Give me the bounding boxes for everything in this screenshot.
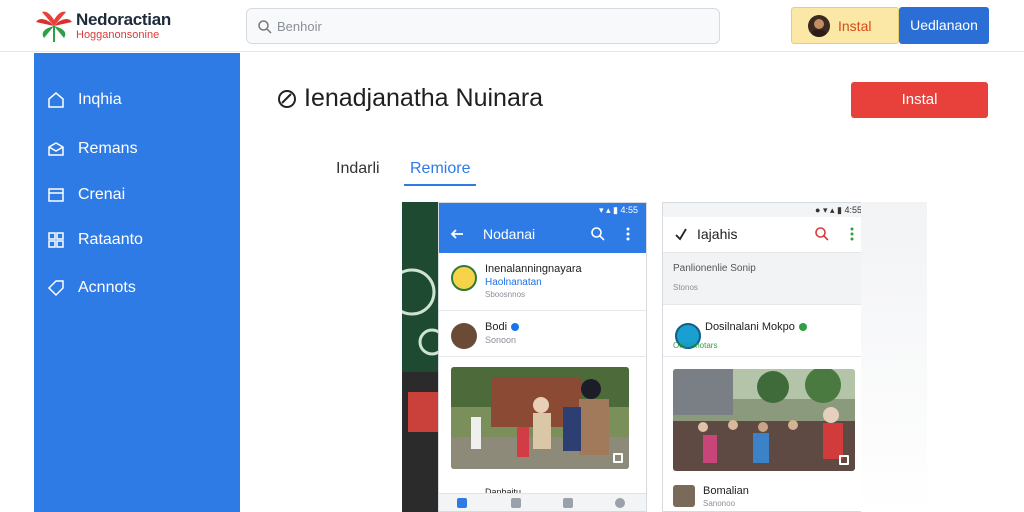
flower-logo-icon <box>36 11 72 42</box>
shop-icon[interactable] <box>563 498 573 508</box>
home-icon[interactable] <box>457 498 467 508</box>
verified-badge-icon <box>798 323 807 332</box>
install-top-button[interactable]: Instal <box>791 7 899 44</box>
home-icon <box>48 92 64 108</box>
avatar <box>808 15 830 37</box>
search-icon <box>258 20 272 34</box>
sidebar-item-label: Inqhia <box>78 91 122 108</box>
screenshot-preview-right[interactable] <box>861 202 927 512</box>
list-item-title: Bodi <box>485 321 520 333</box>
profile-icon[interactable] <box>615 498 625 508</box>
download-button[interactable]: Uedlanaon <box>899 7 989 44</box>
search-input[interactable] <box>277 9 707 43</box>
search-icon[interactable] <box>590 226 606 242</box>
app-title: Ienadjanatha Nuinara <box>304 84 544 112</box>
brand-subtitle: Hogganonsonine <box>76 29 160 41</box>
top-header: Nedoractian Hogganonsonine Instal Uedlan… <box>0 0 1024 52</box>
grid-icon <box>48 232 64 248</box>
sidebar-item-crenai[interactable]: Crenai <box>34 175 240 215</box>
list-item-title: Bomalian <box>703 485 749 497</box>
app-bar-title: Iajahis <box>697 226 738 242</box>
inbox-icon <box>48 142 64 156</box>
verified-badge-icon <box>511 323 520 332</box>
app-logo-icon <box>278 90 296 108</box>
section-header: Panlionenlie Sonip <box>673 263 756 274</box>
post-photo[interactable] <box>673 369 855 471</box>
expand-icon[interactable] <box>839 455 849 465</box>
sidebar-item-rataanto[interactable]: Rataanto <box>34 220 240 260</box>
channel-avatar <box>451 265 477 291</box>
more-vertical-icon[interactable] <box>850 227 854 241</box>
sidebar-item-remans[interactable]: Remans <box>34 129 240 169</box>
check-icon[interactable] <box>673 226 689 242</box>
list-item-meta: Sanonoo <box>703 499 736 508</box>
list-item-title: Dosilnalani Mokpo <box>705 321 807 333</box>
sidebar: Inqhia Remans Crenai Rataanto Acnnots <box>34 53 240 512</box>
sidebar-item-label: Rataanto <box>78 231 143 248</box>
list-item-title-text: Bodi <box>485 321 508 333</box>
tab-indarli[interactable]: Indarli <box>336 160 380 186</box>
app-bar: Nodanai <box>439 217 646 253</box>
more-vertical-icon[interactable] <box>626 227 630 241</box>
tab-remiore[interactable]: Remiore <box>410 160 470 186</box>
status-bar: ▾ ▴ ▮ 4:55 <box>439 203 646 217</box>
install-button[interactable]: Instal <box>851 82 988 118</box>
list-item-meta: Ordnonotars <box>673 341 718 350</box>
list-item[interactable]: Inenalanningnayara Haolnanatan Sboosnnos <box>439 253 646 311</box>
list-item[interactable]: Panlionenlie Sonip Stonos <box>663 253 870 305</box>
explore-icon[interactable] <box>511 498 521 508</box>
list-item-title: Inenalanningnayara <box>485 263 582 275</box>
app-bar-title: Nodanai <box>483 226 536 242</box>
post-photo[interactable] <box>451 367 629 469</box>
list-item[interactable]: Bodi Sonoon <box>439 311 646 357</box>
list-icon <box>48 188 64 202</box>
avatar <box>451 323 477 349</box>
search-box[interactable] <box>246 8 720 44</box>
list-item-meta: Sboosnnos <box>485 290 526 299</box>
sidebar-item-label: Acnnots <box>78 279 136 296</box>
sidebar-item-label: Crenai <box>78 186 126 203</box>
sidebar-item-acnnots[interactable]: Acnnots <box>34 268 240 308</box>
sidebar-item-home[interactable]: Inqhia <box>34 80 240 120</box>
screenshot-phone-1[interactable]: ▾ ▴ ▮ 4:55 Nodanai Inenalanningnayara Ha… <box>438 202 647 512</box>
sidebar-item-label: Remans <box>78 140 138 157</box>
app-bar: Iajahis <box>663 217 870 253</box>
list-item-subtitle: Haolnanatan <box>485 277 542 288</box>
tag-icon <box>47 280 64 297</box>
list-item[interactable]: Dosilnalani Mokpo Ordnonotars <box>663 311 870 357</box>
screenshot-phone-2[interactable]: ● ▾ ▴ ▮ 4:55 Iajahis Panlionenlie Sonip … <box>662 202 871 512</box>
bottom-navigation <box>439 493 646 511</box>
brand-title: Nedoractian <box>76 10 171 29</box>
status-bar: ● ▾ ▴ ▮ 4:55 <box>663 203 870 217</box>
list-item[interactable]: Bomalian Sanonoo <box>663 481 870 511</box>
back-arrow-icon[interactable] <box>449 226 465 242</box>
install-top-label: Instal <box>838 18 872 34</box>
list-item-title-text: Dosilnalani Mokpo <box>705 321 795 333</box>
search-icon[interactable] <box>814 226 830 242</box>
list-item-meta: Sonoon <box>485 335 517 345</box>
section-meta: Stonos <box>673 283 698 292</box>
thumbnail <box>673 485 695 507</box>
expand-icon[interactable] <box>613 453 623 463</box>
active-tab-indicator <box>404 184 476 186</box>
